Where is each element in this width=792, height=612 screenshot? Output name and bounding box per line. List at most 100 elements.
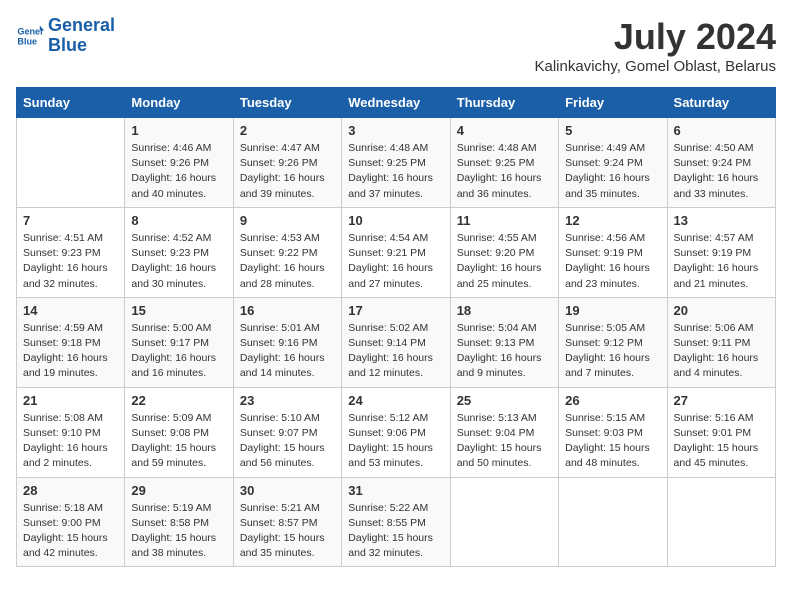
day-cell: 13 Sunrise: 4:57 AMSunset: 9:19 PMDayligh… <box>667 207 775 297</box>
day-number: 26 <box>565 393 660 408</box>
day-info: Sunrise: 4:49 AMSunset: 9:24 PMDaylight:… <box>565 141 660 202</box>
day-info: Sunrise: 5:21 AMSunset: 8:57 PMDaylight:… <box>240 501 335 562</box>
day-info: Sunrise: 4:55 AMSunset: 9:20 PMDaylight:… <box>457 231 552 292</box>
day-cell: 15Sunrise: 5:00 AMSunset: 9:17 PMDayligh… <box>125 297 233 387</box>
day-number: 21 <box>23 393 118 408</box>
day-cell: 23 Sunrise: 5:10 AMSunset: 9:07 PMDayligh… <box>233 387 341 477</box>
day-cell: 6 Sunrise: 4:50 AMSunset: 9:24 PMDaylight… <box>667 118 775 208</box>
header-day-wednesday: Wednesday <box>342 88 450 118</box>
day-cell: 5Sunrise: 4:49 AMSunset: 9:24 PMDaylight… <box>559 118 667 208</box>
day-cell: 28 Sunrise: 5:18 AMSunset: 9:00 PMDayligh… <box>17 477 125 567</box>
header-day-sunday: Sunday <box>17 88 125 118</box>
day-cell: 16 Sunrise: 5:01 AMSunset: 9:16 PMDayligh… <box>233 297 341 387</box>
day-cell: 2Sunrise: 4:47 AMSunset: 9:26 PMDaylight… <box>233 118 341 208</box>
header-day-tuesday: Tuesday <box>233 88 341 118</box>
day-cell: 27 Sunrise: 5:16 AMSunset: 9:01 PMDayligh… <box>667 387 775 477</box>
day-cell: 7 Sunrise: 4:51 AMSunset: 9:23 PMDaylight… <box>17 207 125 297</box>
day-cell: 8Sunrise: 4:52 AMSunset: 9:23 PMDaylight… <box>125 207 233 297</box>
day-cell: 3 Sunrise: 4:48 AMSunset: 9:25 PMDaylight… <box>342 118 450 208</box>
header-day-monday: Monday <box>125 88 233 118</box>
day-info: Sunrise: 5:01 AMSunset: 9:16 PMDaylight:… <box>240 321 335 382</box>
day-info: Sunrise: 5:16 AMSunset: 9:01 PMDaylight:… <box>674 411 769 472</box>
day-number: 7 <box>23 213 118 228</box>
day-cell: 14 Sunrise: 4:59 AMSunset: 9:18 PMDayligh… <box>17 297 125 387</box>
day-number: 11 <box>457 213 552 228</box>
week-row-4: 21 Sunrise: 5:08 AMSunset: 9:10 PMDayligh… <box>17 387 776 477</box>
day-cell: 30 Sunrise: 5:21 AMSunset: 8:57 PMDayligh… <box>233 477 341 567</box>
day-number: 30 <box>240 483 335 498</box>
day-info: Sunrise: 5:00 AMSunset: 9:17 PMDaylight:… <box>131 321 226 382</box>
header-day-saturday: Saturday <box>667 88 775 118</box>
day-cell: 10Sunrise: 4:54 AMSunset: 9:21 PMDayligh… <box>342 207 450 297</box>
day-cell <box>450 477 558 567</box>
day-cell <box>667 477 775 567</box>
day-number: 1 <box>131 123 226 138</box>
logo-general: General <box>48 16 115 36</box>
day-info: Sunrise: 4:56 AMSunset: 9:19 PMDaylight:… <box>565 231 660 292</box>
day-info: Sunrise: 4:51 AMSunset: 9:23 PMDaylight:… <box>23 231 118 292</box>
day-cell: 31 Sunrise: 5:22 AMSunset: 8:55 PMDayligh… <box>342 477 450 567</box>
logo-icon: General Blue <box>16 22 44 50</box>
day-info: Sunrise: 5:13 AMSunset: 9:04 PMDaylight:… <box>457 411 552 472</box>
day-number: 31 <box>348 483 443 498</box>
day-info: Sunrise: 5:18 AMSunset: 9:00 PMDaylight:… <box>23 501 118 562</box>
day-number: 3 <box>348 123 443 138</box>
logo: General Blue General Blue <box>16 16 115 56</box>
day-info: Sunrise: 5:10 AMSunset: 9:07 PMDaylight:… <box>240 411 335 472</box>
day-number: 25 <box>457 393 552 408</box>
day-info: Sunrise: 5:05 AMSunset: 9:12 PMDaylight:… <box>565 321 660 382</box>
day-info: Sunrise: 4:48 AMSunset: 9:25 PMDaylight:… <box>348 141 443 202</box>
week-row-5: 28 Sunrise: 5:18 AMSunset: 9:00 PMDayligh… <box>17 477 776 567</box>
day-cell: 1 Sunrise: 4:46 AMSunset: 9:26 PMDaylight… <box>125 118 233 208</box>
day-info: Sunrise: 5:09 AMSunset: 9:08 PMDaylight:… <box>131 411 226 472</box>
day-number: 27 <box>674 393 769 408</box>
day-number: 23 <box>240 393 335 408</box>
day-number: 29 <box>131 483 226 498</box>
day-info: Sunrise: 5:12 AMSunset: 9:06 PMDaylight:… <box>348 411 443 472</box>
day-cell: 11 Sunrise: 4:55 AMSunset: 9:20 PMDayligh… <box>450 207 558 297</box>
header-day-thursday: Thursday <box>450 88 558 118</box>
day-info: Sunrise: 4:59 AMSunset: 9:18 PMDaylight:… <box>23 321 118 382</box>
day-number: 22 <box>131 393 226 408</box>
day-number: 24 <box>348 393 443 408</box>
header-day-friday: Friday <box>559 88 667 118</box>
day-info: Sunrise: 5:02 AMSunset: 9:14 PMDaylight:… <box>348 321 443 382</box>
day-info: Sunrise: 4:57 AMSunset: 9:19 PMDaylight:… <box>674 231 769 292</box>
logo-blue: Blue <box>48 36 115 56</box>
day-number: 17 <box>348 303 443 318</box>
day-info: Sunrise: 4:46 AMSunset: 9:26 PMDaylight:… <box>131 141 226 202</box>
day-cell: 21 Sunrise: 5:08 AMSunset: 9:10 PMDayligh… <box>17 387 125 477</box>
day-number: 8 <box>131 213 226 228</box>
title-block: July 2024 Kalinkavichy, Gomel Oblast, Be… <box>535 16 777 75</box>
svg-text:Blue: Blue <box>17 36 37 46</box>
day-info: Sunrise: 4:54 AMSunset: 9:21 PMDaylight:… <box>348 231 443 292</box>
day-info: Sunrise: 5:08 AMSunset: 9:10 PMDaylight:… <box>23 411 118 472</box>
day-number: 20 <box>674 303 769 318</box>
day-cell: 26Sunrise: 5:15 AMSunset: 9:03 PMDayligh… <box>559 387 667 477</box>
day-cell: 19Sunrise: 5:05 AMSunset: 9:12 PMDayligh… <box>559 297 667 387</box>
day-cell: 22 Sunrise: 5:09 AMSunset: 9:08 PMDayligh… <box>125 387 233 477</box>
day-number: 9 <box>240 213 335 228</box>
calendar-table: SundayMondayTuesdayWednesdayThursdayFrid… <box>16 87 776 567</box>
day-number: 4 <box>457 123 552 138</box>
day-number: 28 <box>23 483 118 498</box>
week-row-3: 14 Sunrise: 4:59 AMSunset: 9:18 PMDayligh… <box>17 297 776 387</box>
day-cell: 9Sunrise: 4:53 AMSunset: 9:22 PMDaylight… <box>233 207 341 297</box>
day-cell: 24 Sunrise: 5:12 AMSunset: 9:06 PMDayligh… <box>342 387 450 477</box>
day-number: 16 <box>240 303 335 318</box>
day-info: Sunrise: 5:22 AMSunset: 8:55 PMDaylight:… <box>348 501 443 562</box>
day-cell: 4 Sunrise: 4:48 AMSunset: 9:25 PMDaylight… <box>450 118 558 208</box>
day-cell: 17 Sunrise: 5:02 AMSunset: 9:14 PMDayligh… <box>342 297 450 387</box>
day-number: 6 <box>674 123 769 138</box>
calendar-subtitle: Kalinkavichy, Gomel Oblast, Belarus <box>535 58 777 75</box>
day-number: 13 <box>674 213 769 228</box>
day-info: Sunrise: 4:50 AMSunset: 9:24 PMDaylight:… <box>674 141 769 202</box>
day-cell: 20Sunrise: 5:06 AMSunset: 9:11 PMDayligh… <box>667 297 775 387</box>
week-row-2: 7 Sunrise: 4:51 AMSunset: 9:23 PMDaylight… <box>17 207 776 297</box>
page-header: General Blue General Blue July 2024 Kali… <box>16 16 776 75</box>
day-number: 18 <box>457 303 552 318</box>
day-info: Sunrise: 4:47 AMSunset: 9:26 PMDaylight:… <box>240 141 335 202</box>
day-cell: 29Sunrise: 5:19 AMSunset: 8:58 PMDayligh… <box>125 477 233 567</box>
day-number: 14 <box>23 303 118 318</box>
day-info: Sunrise: 4:48 AMSunset: 9:25 PMDaylight:… <box>457 141 552 202</box>
